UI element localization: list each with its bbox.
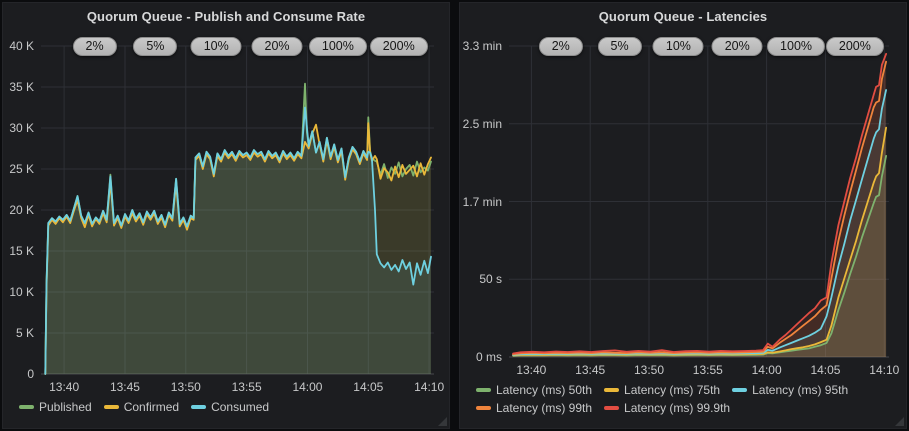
legend-series-label: Published	[39, 400, 92, 414]
panel-title[interactable]: Quorum Queue - Publish and Consume Rate	[3, 3, 449, 24]
annotation-badge-100-[interactable]: 100%	[309, 37, 367, 56]
panel-resize-handle[interactable]	[438, 417, 447, 426]
panel-publish-consume-rate: Quorum Queue - Publish and Consume Rate …	[2, 2, 450, 429]
legend-series-color-dash	[604, 406, 619, 410]
y-axis-tick-label: 0 ms	[460, 350, 502, 364]
legend-item-confirmed[interactable]: Confirmed	[104, 400, 179, 414]
legend-item-latency-ms-50th[interactable]: Latency (ms) 50th	[476, 383, 592, 397]
annotation-badge-100-[interactable]: 100%	[767, 37, 825, 56]
y-axis-tick-label: 40 K	[3, 39, 34, 53]
legend-series-color-dash	[191, 405, 206, 409]
annotation-badge-20-[interactable]: 20%	[712, 37, 763, 56]
y-axis-tick-label: 20 K	[3, 203, 34, 217]
legend: Latency (ms) 50th Latency (ms) 75th Latenc…	[476, 383, 898, 415]
y-axis-tick-label: 50 s	[460, 272, 502, 286]
annotation-badge-200-[interactable]: 200%	[370, 37, 428, 56]
annotation-badge-200-[interactable]: 200%	[826, 37, 884, 56]
legend-item-published[interactable]: Published	[19, 400, 92, 414]
x-axis-tick-label: 13:50	[156, 380, 216, 394]
panel-title[interactable]: Quorum Queue - Latencies	[460, 3, 906, 24]
x-axis-tick-label: 13:45	[560, 363, 620, 377]
annotation-badge-5-[interactable]: 5%	[598, 37, 642, 56]
legend-item-latency-ms-75th[interactable]: Latency (ms) 75th	[604, 383, 720, 397]
series-area-latency-ms-99-9th	[513, 54, 886, 357]
legend-series-label: Latency (ms) 99th	[496, 401, 592, 415]
series-area-consumed	[45, 108, 431, 375]
panel-latencies: Quorum Queue - Latencies Latency (ms) 50…	[459, 2, 907, 429]
annotation-badge-5-[interactable]: 5%	[133, 37, 177, 56]
chart-canvas[interactable]	[41, 46, 434, 374]
y-axis-tick-label: 35 K	[3, 80, 34, 94]
x-axis-tick-label: 14:05	[795, 363, 855, 377]
chart-canvas[interactable]	[509, 46, 889, 357]
y-axis-tick-label: 25 K	[3, 162, 34, 176]
x-axis-tick-label: 14:10	[854, 363, 909, 377]
y-axis-tick-label: 0	[3, 367, 34, 381]
legend-item-consumed[interactable]: Consumed	[191, 400, 269, 414]
legend-item-latency-ms-99th[interactable]: Latency (ms) 99th	[476, 401, 592, 415]
legend-series-color-dash	[104, 405, 119, 409]
annotation-badge-10-[interactable]: 10%	[653, 37, 704, 56]
y-axis-tick-label: 3.3 min	[460, 39, 502, 53]
legend-series-label: Latency (ms) 75th	[624, 383, 720, 397]
annotation-badge-2-[interactable]: 2%	[72, 37, 116, 56]
legend-series-label: Latency (ms) 95th	[752, 383, 848, 397]
legend-series-label: Latency (ms) 50th	[496, 383, 592, 397]
x-axis-tick-label: 13:45	[95, 380, 155, 394]
legend-item-latency-ms-95th[interactable]: Latency (ms) 95th	[732, 383, 848, 397]
legend-item-latency-ms-99-9th[interactable]: Latency (ms) 99.9th	[604, 401, 730, 415]
legend-series-label: Consumed	[211, 400, 269, 414]
x-axis-tick-label: 13:55	[678, 363, 738, 377]
legend-series-color-dash	[476, 388, 491, 392]
x-axis-tick-label: 13:55	[217, 380, 277, 394]
y-axis-tick-label: 2.5 min	[460, 117, 502, 131]
annotation-badge-20-[interactable]: 20%	[252, 37, 303, 56]
x-axis-tick-label: 13:40	[34, 380, 94, 394]
panel-resize-handle[interactable]	[895, 417, 904, 426]
y-axis-tick-label: 5 K	[3, 326, 34, 340]
x-axis-tick-label: 14:00	[737, 363, 797, 377]
y-axis-tick-label: 1.7 min	[460, 195, 502, 209]
legend-series-label: Latency (ms) 99.9th	[624, 401, 730, 415]
legend-series-color-dash	[604, 388, 619, 392]
y-axis-tick-label: 10 K	[3, 285, 34, 299]
x-axis-tick-label: 14:00	[277, 380, 337, 394]
legend-series-color-dash	[19, 405, 34, 409]
x-axis-tick-label: 14:05	[338, 380, 398, 394]
x-axis-tick-label: 13:50	[619, 363, 679, 377]
legend: Published Confirmed Consumed	[19, 400, 441, 414]
x-axis-tick-label: 14:10	[399, 380, 459, 394]
legend-series-color-dash	[732, 388, 747, 392]
legend-series-label: Confirmed	[124, 400, 179, 414]
x-axis-tick-label: 13:40	[501, 363, 561, 377]
y-axis-tick-label: 30 K	[3, 121, 34, 135]
legend-series-color-dash	[476, 406, 491, 410]
annotation-badge-2-[interactable]: 2%	[539, 37, 583, 56]
grafana-dashboard: { "page": {"background": "#0b0c0e", "pan…	[0, 0, 909, 431]
annotation-badge-10-[interactable]: 10%	[191, 37, 242, 56]
y-axis-tick-label: 15 K	[3, 244, 34, 258]
